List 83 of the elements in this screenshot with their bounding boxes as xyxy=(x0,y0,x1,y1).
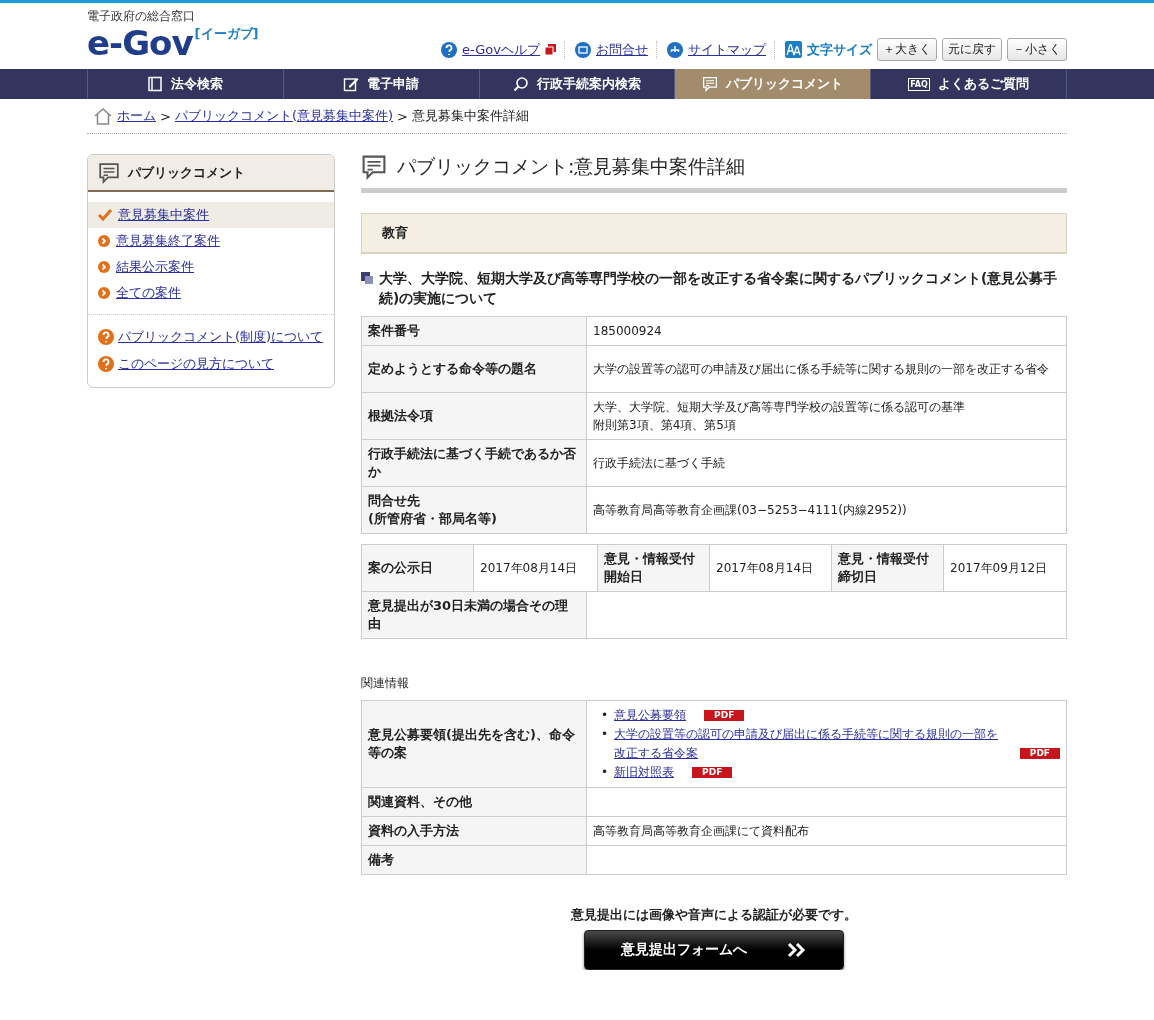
logo[interactable]: e-Gov xyxy=(87,25,193,61)
chevron-icon xyxy=(98,235,110,247)
document-link[interactable]: 大学の設置等の認可の申請及び届出に係る手続等に関する規則の一部を改正する省令案 xyxy=(614,725,1002,763)
square-bullet-icon xyxy=(361,272,373,284)
header-link[interactable]: お問合せ xyxy=(596,40,648,59)
date-label: 意見・情報受付開始日 xyxy=(598,545,710,592)
row-label: 根拠法令項 xyxy=(368,407,433,425)
row-label: 意見提出が30日未満の場合その理由 xyxy=(362,592,587,639)
font-size-button[interactable]: 元に戻す xyxy=(942,38,1002,61)
text-size-icon xyxy=(785,41,802,58)
page-title: パブリックコメント:意見募集中案件詳細 xyxy=(397,154,746,179)
row-label: 関連資料、その他 xyxy=(362,788,587,817)
section-heading: 関連情報 xyxy=(361,675,410,692)
sidebar-item[interactable]: 意見募集中案件 xyxy=(88,202,334,228)
sitemap-icon xyxy=(667,41,683,58)
date-label: 案の公示日 xyxy=(362,545,474,592)
row-label: 問合せ先 xyxy=(368,492,421,510)
comment-icon xyxy=(98,161,120,184)
row-label: 資料の入手方法 xyxy=(362,817,587,846)
bullet: • xyxy=(601,764,609,781)
notice-text: 意見提出には画像や音声による認証が必要です。 xyxy=(570,907,858,924)
document-link[interactable]: 意見公募要領 xyxy=(614,706,687,725)
nav-tab[interactable]: 電子申請 xyxy=(283,69,480,99)
help-icon xyxy=(441,41,458,58)
comment-icon xyxy=(361,154,387,180)
row-value: 高等教育局高等教育企画課(03−5253−4111(内線2952)) xyxy=(593,502,907,519)
bullet: • xyxy=(601,726,609,743)
breadcrumb-separator: > xyxy=(397,108,408,124)
bullet: • xyxy=(601,707,609,724)
help-link[interactable]: このページの見方について xyxy=(88,350,334,377)
breadcrumb-separator: > xyxy=(160,108,171,124)
font-size-button[interactable]: ＋大きく xyxy=(877,38,937,61)
document-link[interactable]: 新旧対照表 xyxy=(614,763,675,782)
header-link[interactable]: サイトマップ xyxy=(688,40,766,59)
search-icon xyxy=(513,76,529,92)
row-value: 大学の設置等の認可の申請及び届出に係る手続等に関する規則の一部を改正する省令 xyxy=(593,361,1049,378)
pdf-badge: PDF xyxy=(704,710,745,721)
faq-icon: FAQ xyxy=(908,77,930,91)
chevron-icon xyxy=(98,261,110,273)
pen-icon xyxy=(343,76,360,92)
row-label: 行政手続法に基づく手続であるか否か xyxy=(368,445,577,481)
date-label: 意見・情報受付締切日 xyxy=(832,545,944,592)
double-chevron-icon xyxy=(787,942,807,958)
submit-button[interactable]: 意見提出フォームへ xyxy=(584,930,844,970)
font-size-label: 文字サイズ xyxy=(807,40,872,59)
nav-tab[interactable]: 法令検索 xyxy=(88,69,284,99)
row-value: 行政手続法に基づく手続 xyxy=(593,455,725,472)
external-window-icon xyxy=(545,44,556,55)
category-heading: 教育 xyxy=(361,213,1067,254)
row-value: 大学、大学院、短期大学及び高等専門学校の設置等に係る認可の基準 xyxy=(593,399,965,416)
breadcrumb-link[interactable]: ホーム xyxy=(117,107,156,125)
header-link[interactable]: e-Govヘルプ xyxy=(462,40,540,59)
sidebar-item[interactable]: 結果公示案件 xyxy=(88,254,334,280)
row-label: 意見公募要領(提出先を含む)、命令等の案 xyxy=(362,701,587,788)
sidebar-title: パブリックコメント xyxy=(128,163,245,182)
breadcrumb-link[interactable]: パブリックコメント(意見募集中案件) xyxy=(174,107,394,125)
row-value: 高等教育局高等教育企画課にて資料配布 xyxy=(587,817,1067,846)
help-link[interactable]: パブリックコメント(制度)について xyxy=(88,323,334,350)
sidebar-item[interactable]: 意見募集終了案件 xyxy=(88,228,334,254)
home-icon xyxy=(93,107,113,125)
chevron-icon xyxy=(98,287,110,299)
help-icon xyxy=(98,355,114,372)
row-label: 備考 xyxy=(362,846,587,875)
comment-icon xyxy=(702,76,719,92)
help-icon xyxy=(98,328,114,345)
date-value: 2017年09月12日 xyxy=(944,545,1067,592)
logo-reading: [イーガブ] xyxy=(194,25,259,43)
font-size-button[interactable]: －小さく xyxy=(1007,38,1067,61)
sidebar-item[interactable]: 全ての案件 xyxy=(88,280,334,306)
row-value: 附則第3項、第4項、第5項 xyxy=(593,417,737,434)
pdf-badge: PDF xyxy=(692,767,733,778)
pdf-badge: PDF xyxy=(1019,748,1060,759)
tagline: 電子政府の総合窓口 xyxy=(87,8,196,25)
book-icon xyxy=(147,76,164,92)
breadcrumb-current: 意見募集中案件詳細 xyxy=(411,107,529,125)
check-icon xyxy=(98,209,112,221)
row-label: 定めようとする命令等の題名 xyxy=(368,360,537,378)
case-title: 大学、大学院、短期大学及び高等専門学校の一部を改正する省令案に関するパブリックコメント(意見公募手続)の実施について xyxy=(379,269,1059,308)
row-label: (所管府省・部局名等) xyxy=(368,510,497,528)
mail-icon xyxy=(575,41,591,58)
nav-tab[interactable]: FAQ よくあるご質問 xyxy=(871,69,1067,99)
row-label: 案件番号 xyxy=(368,322,420,340)
row-value: 185000924 xyxy=(593,323,662,340)
